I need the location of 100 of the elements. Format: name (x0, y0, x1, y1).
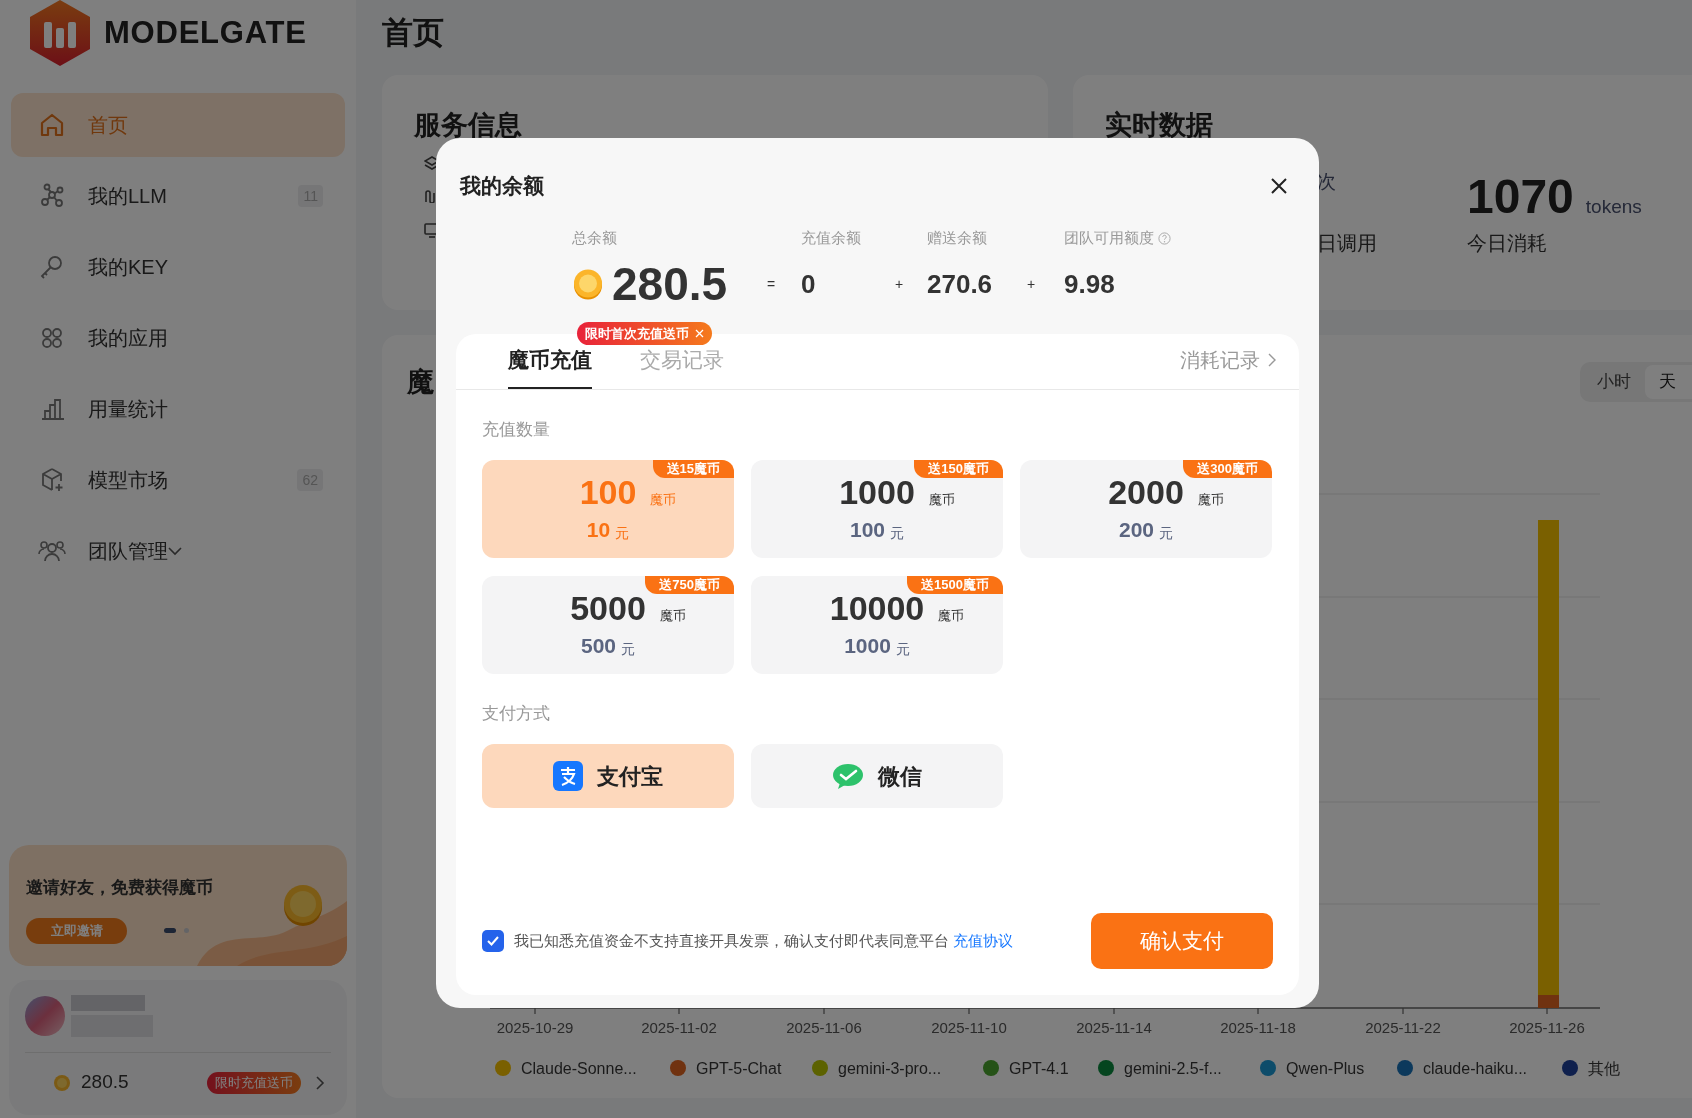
price: 100 (849, 517, 885, 544)
tab[interactable]: 魔币充值 (508, 343, 592, 389)
balance-value: 270.6 (927, 267, 993, 301)
total-balance: 280.5 (612, 256, 728, 312)
balance-amount: 280.5 (81, 1070, 129, 1095)
granularity-tab[interactable]: 天 (1645, 365, 1692, 399)
tab[interactable]: 交易记录 (640, 343, 724, 389)
invite-text: 邀请好友，免费获得魔币 (26, 877, 214, 899)
wave-icon (425, 189, 436, 203)
agreement-checkbox[interactable] (482, 930, 504, 952)
nav-item[interactable]: 用量统计 (11, 377, 345, 441)
bonus-badge: 送150魔币 (914, 460, 1003, 478)
stat-value: 1070 (1467, 168, 1574, 225)
axis-label: 2025-11-22 (1365, 1019, 1441, 1036)
balance-label: 团队可用额度 (1064, 227, 1154, 248)
balance-label: 赠送余额 (927, 227, 987, 248)
balance-value: 0 (801, 267, 816, 301)
legend-label[interactable]: GPT-5-Chat (696, 1060, 782, 1077)
package-card[interactable]: 送1500魔币 10000 魔币 1000 元 (751, 576, 1003, 674)
history-link[interactable]: 消耗记录 (1180, 345, 1276, 375)
legend-label[interactable]: claude-haiku... (1423, 1060, 1528, 1077)
balance-label: 总余额 (572, 227, 617, 248)
promo-badge[interactable]: 限时首次充值送币 (577, 322, 712, 345)
axis-label: 2025-11-06 (786, 1019, 862, 1036)
bonus-badge: 送1500魔币 (907, 576, 1003, 594)
price: 500 (580, 633, 616, 660)
coin-icon (53, 1073, 71, 1092)
price: 1000 (844, 633, 891, 660)
axis-label: 2025-10-29 (496, 1019, 574, 1036)
brand-name: MODELGATE (104, 13, 307, 52)
check-icon (487, 936, 499, 946)
coin-unit: 魔币 (938, 606, 965, 625)
chat-bubble-icon (832, 762, 864, 790)
card-title: 实时数据 (1105, 109, 1214, 142)
chevron-right-icon (1268, 353, 1276, 367)
price-unit: 元 (895, 639, 910, 659)
card-title: 魔 (407, 365, 434, 399)
coin-icon (572, 268, 604, 300)
package-card[interactable]: 送150魔币 1000 魔币 100 元 (751, 460, 1003, 558)
axis-label: 2025-11-26 (1509, 1019, 1585, 1036)
price-unit: 元 (615, 523, 630, 543)
stat-unit: tokens (1585, 194, 1642, 219)
coin-unit: 魔币 (650, 490, 677, 509)
coin-amount: 5000 (570, 588, 646, 629)
promo-badge[interactable]: 限时充值送币 (207, 1071, 301, 1094)
close-icon[interactable] (1269, 176, 1289, 196)
section-label: 支付方式 (482, 704, 551, 724)
home-icon (38, 111, 66, 139)
section-label: 充值数量 (482, 420, 551, 440)
legend-label[interactable]: GPT-4.1 (1009, 1060, 1069, 1077)
coin-icon (281, 883, 325, 927)
axis-label: 2025-11-18 (1220, 1019, 1296, 1036)
payment-option[interactable]: 微信 (751, 744, 1003, 808)
agreement-link[interactable]: 充值协议 (953, 931, 1014, 949)
balance-label: 充值余额 (801, 227, 861, 248)
axis-label: 2025-11-14 (1076, 1019, 1152, 1036)
nav-item[interactable]: 我的应用 (11, 306, 345, 370)
operator-sign: + (895, 274, 904, 294)
legend-label[interactable]: 其他 (1588, 1060, 1620, 1077)
chevron-right-icon[interactable] (315, 1075, 325, 1090)
legend-label[interactable]: Claude-Sonne... (521, 1060, 637, 1077)
payment-option[interactable]: 支付宝 (482, 744, 734, 808)
price: 200 (1118, 517, 1154, 544)
balance-value: 9.98 (1064, 267, 1115, 301)
stat-label: 日调用 (1317, 230, 1377, 256)
package-card[interactable]: 送750魔币 5000 魔币 500 元 (482, 576, 734, 674)
nodes-icon (38, 182, 66, 210)
price-unit: 元 (890, 523, 904, 543)
price-unit: 元 (1159, 523, 1173, 543)
package-card[interactable]: 送15魔币 100 魔币 10 元 (482, 460, 734, 558)
bonus-badge: 送15魔币 (652, 460, 734, 478)
granularity-tab[interactable]: 小时 (1583, 365, 1645, 399)
page-title: 首页 (382, 13, 445, 52)
confirm-pay-button[interactable]: 确认支付 (1091, 913, 1273, 969)
operator-sign: = (767, 274, 776, 294)
alipay-icon (553, 761, 583, 791)
avatar (25, 996, 65, 1036)
axis-label: 2025-11-02 (641, 1019, 717, 1036)
coin-unit: 魔币 (928, 490, 955, 509)
stat-unit: 次 (1317, 169, 1336, 194)
stat-label: 今日消耗 (1467, 230, 1548, 256)
agreement-text: 我已知悉充值资金不支持直接开具发票，确认支付即代表同意平台 充值协议 (514, 930, 1014, 951)
operator-sign: + (1027, 274, 1036, 294)
nav-item[interactable]: 团队管理 (11, 519, 345, 583)
bonus-badge: 送300魔币 (1183, 460, 1272, 478)
coin-amount: 1000 (839, 472, 915, 513)
legend-label[interactable]: gemini-3-pro... (838, 1060, 942, 1077)
package-card[interactable]: 送300魔币 2000 魔币 200 元 (1020, 460, 1272, 558)
axis-label: 2025-11-10 (931, 1019, 1007, 1036)
nav-item[interactable]: 我的KEY (11, 235, 345, 299)
legend-label[interactable]: Qwen-Plus (1286, 1060, 1365, 1077)
card-title: 服务信息 (414, 109, 523, 142)
coin-unit: 魔币 (659, 606, 686, 625)
legend-label[interactable]: gemini-2.5-f... (1124, 1060, 1222, 1077)
coin-amount: 100 (579, 472, 637, 513)
dialog-title: 我的余额 (460, 173, 544, 199)
price-unit: 元 (621, 639, 635, 659)
price: 10 (586, 517, 611, 544)
coin-amount: 2000 (1108, 472, 1184, 513)
bonus-badge: 送750魔币 (645, 576, 734, 594)
